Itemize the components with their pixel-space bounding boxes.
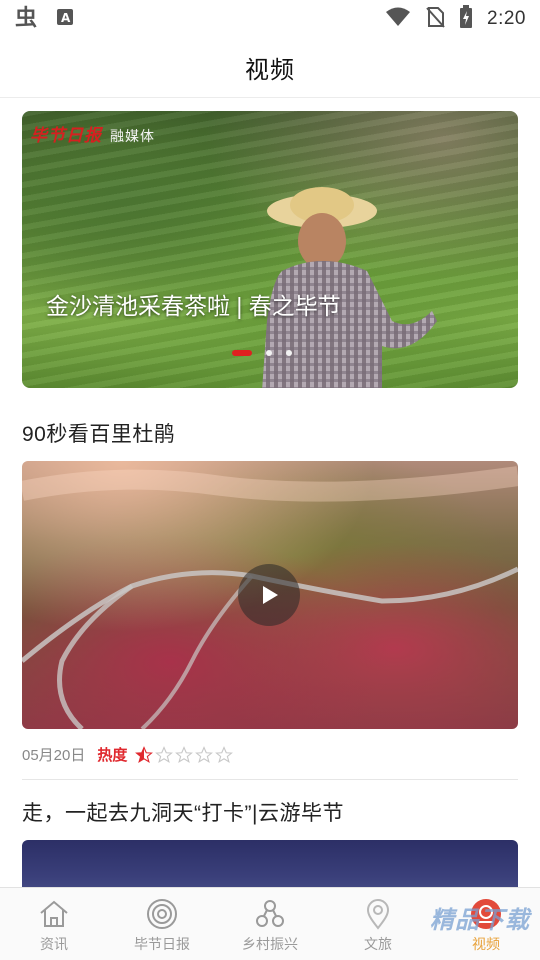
wifi-icon	[385, 7, 411, 32]
star-half-icon	[135, 745, 154, 763]
nav-item-rural[interactable]: 乡村振兴	[216, 888, 324, 960]
battery-charging-icon	[459, 4, 473, 34]
network-icon	[253, 898, 287, 930]
nav-item-bijie-daily[interactable]: 毕节日报	[108, 888, 216, 960]
bug-icon: 虫	[14, 4, 40, 35]
carousel-dot	[286, 350, 292, 356]
article-title[interactable]: 90秒看百里杜鹃	[22, 418, 175, 448]
banner-logo: 毕节日报 融媒体	[30, 121, 155, 146]
no-sim-icon	[425, 6, 445, 33]
status-left: 虫 A	[14, 4, 74, 35]
carousel-indicator	[232, 350, 292, 356]
page-title: 视频	[245, 57, 295, 84]
banner-logo-main: 毕节日报	[30, 126, 102, 146]
status-time: 2:20	[487, 8, 526, 29]
nav-item-culture-travel[interactable]: 文旅	[324, 888, 432, 960]
location-pin-icon	[361, 898, 395, 930]
star-empty-icon	[175, 745, 194, 763]
banner-logo-sub: 融媒体	[110, 129, 155, 145]
nav-label: 视频	[472, 936, 500, 952]
nav-label: 文旅	[364, 936, 392, 952]
home-icon	[37, 898, 71, 930]
nav-label: 毕节日报	[134, 936, 190, 952]
nav-label: 乡村振兴	[242, 936, 298, 952]
page-header: 视频	[0, 38, 540, 98]
svg-text:A: A	[61, 11, 71, 25]
divider	[22, 779, 518, 780]
video-thumbnail[interactable]	[22, 461, 518, 729]
article-date: 05月20日	[22, 747, 86, 764]
article-title[interactable]: 走，一起去九洞天“打卡”|云游毕节	[22, 797, 344, 827]
article-meta: 05月20日 热度	[22, 744, 234, 765]
star-empty-icon	[155, 745, 174, 763]
keyboard-a-icon: A	[56, 8, 74, 31]
nav-item-news[interactable]: 资讯	[0, 888, 108, 960]
carousel-dot	[266, 350, 272, 356]
play-button[interactable]	[238, 564, 300, 626]
star-empty-icon	[215, 745, 234, 763]
banner-carousel[interactable]: 毕节日报 融媒体 金沙清池采春茶啦 | 春之毕节	[22, 111, 518, 388]
status-right: 2:20	[385, 4, 526, 34]
heat-rating	[135, 745, 234, 764]
star-empty-icon	[195, 745, 214, 763]
svg-text:虫: 虫	[15, 5, 37, 30]
nav-label: 资讯	[40, 936, 68, 952]
play-icon	[263, 586, 278, 604]
status-bar: 虫 A 2:20	[0, 0, 540, 38]
newspaper-target-icon	[145, 898, 179, 930]
watermark: 精品下载	[430, 907, 530, 934]
carousel-dot-active	[232, 350, 252, 356]
heat-label: 热度	[97, 747, 128, 764]
banner-caption[interactable]: 金沙清池采春茶啦 | 春之毕节	[46, 287, 341, 321]
